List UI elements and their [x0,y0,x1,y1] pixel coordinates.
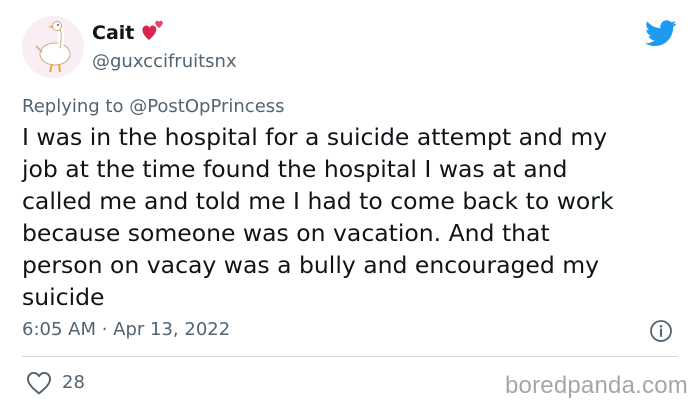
info-icon[interactable] [649,319,673,343]
tweet-line: I was in the hospital for a suicide atte… [22,123,608,151]
reply-mention-link[interactable]: @PostOpPrincess [129,96,284,117]
user-name-row: Cait [92,20,166,45]
tweet-line: job at the time found the hospital I was… [22,155,568,183]
twitter-bird-icon[interactable] [645,20,677,47]
reply-prefix: Replying to [22,96,130,117]
avatar[interactable] [22,16,84,78]
reply-context: Replying to @PostOpPrincess [22,96,285,118]
two-hearts-icon [142,20,164,40]
tweet-text: I was in the hospital for a suicide atte… [22,121,682,313]
tweet-timestamp[interactable]: 6:05 AM · Apr 13, 2022 [22,318,230,342]
heart-outline-icon [26,371,52,395]
tweet-line: called me and told me I had to come back… [22,187,614,215]
tweet-line: suicide [22,283,105,311]
watermark: boredpanda.com [505,372,688,399]
display-name[interactable]: Cait [92,21,134,45]
goose-avatar-icon [22,16,84,78]
tweet-line: because someone was on vacation. And tha… [22,219,550,247]
like-count: 28 [62,372,85,393]
user-handle[interactable]: @guxccifruitsnx [92,51,237,73]
like-button[interactable]: 28 [26,371,85,395]
divider [22,356,678,357]
tweet-line: person on vacay was a bully and encourag… [22,251,600,279]
